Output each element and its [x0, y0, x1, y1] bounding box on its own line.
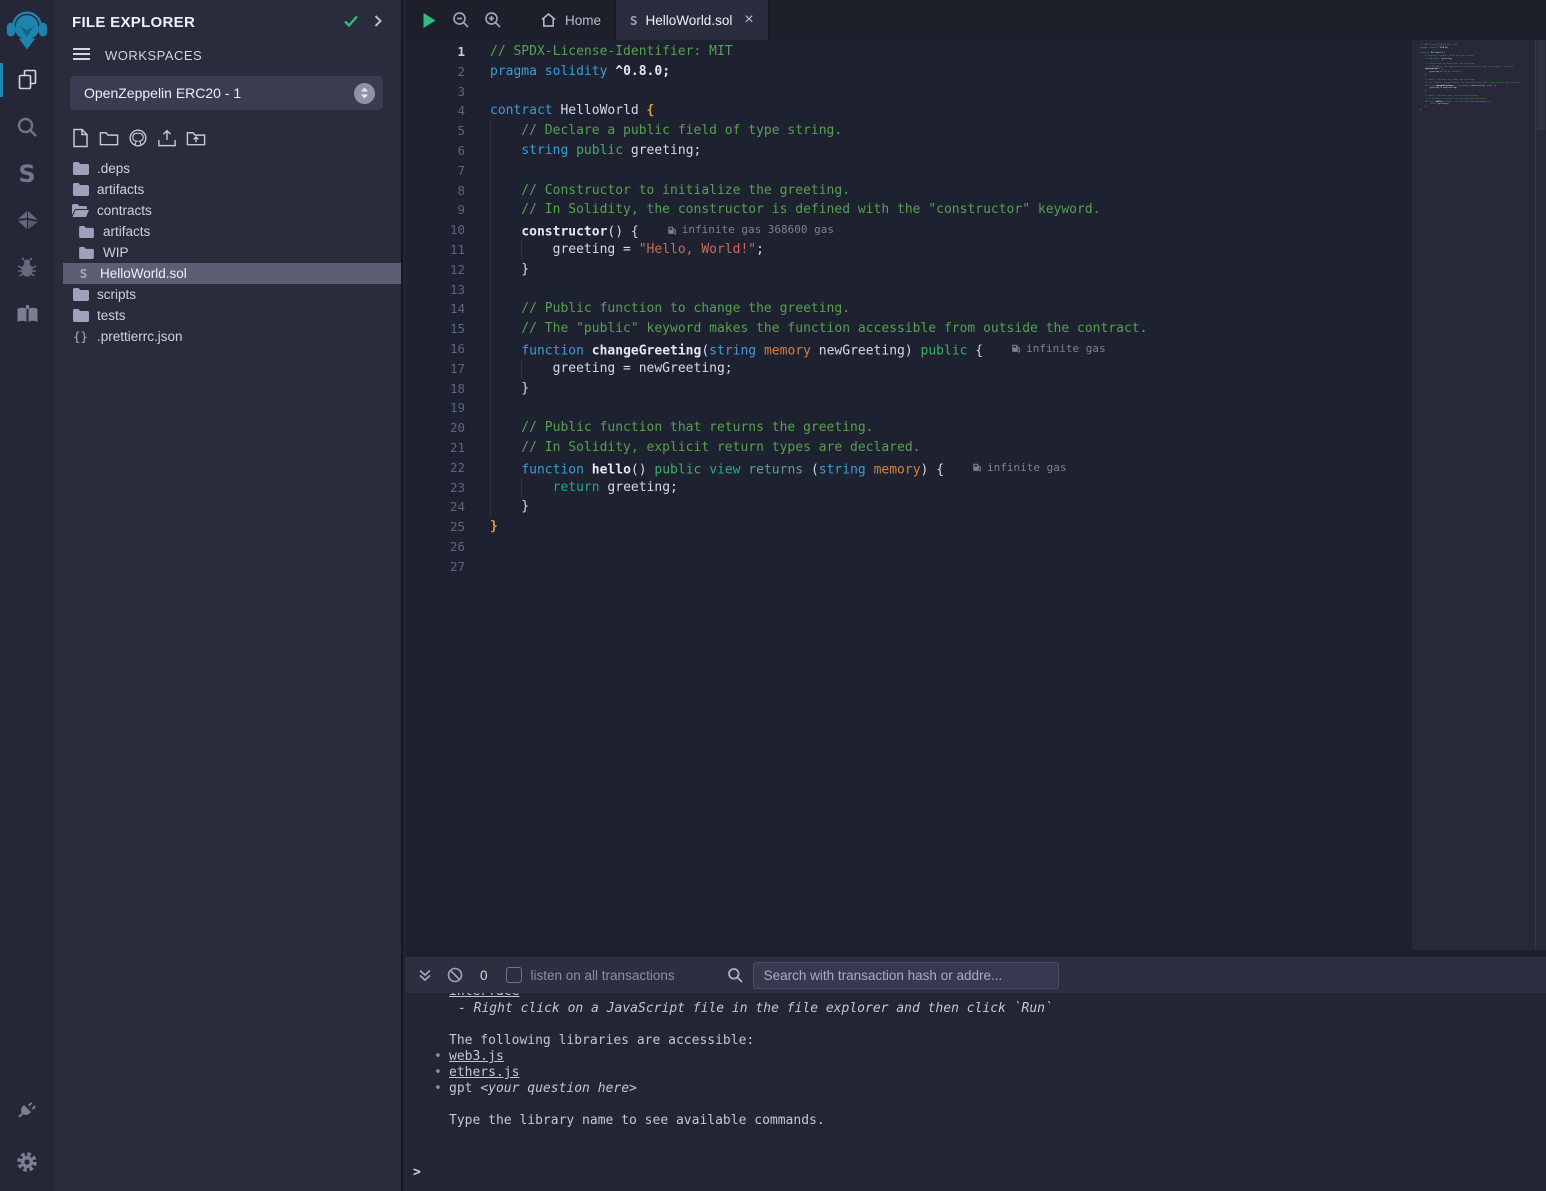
gas-icon: [972, 462, 982, 473]
code-editor[interactable]: 1// SPDX-License-Identifier: MIT2pragma …: [405, 40, 1412, 950]
tree-item-wip[interactable]: WIP: [63, 242, 401, 263]
minimap-code: // SPDX-License-Identifier: MITpragma so…: [1412, 40, 1546, 117]
workspace-check-icon[interactable]: [343, 14, 359, 31]
clear-console-icon[interactable]: [447, 967, 463, 983]
learneth-icon[interactable]: [0, 291, 54, 338]
workspace-select[interactable]: OpenZeppelin ERC20 - 1: [70, 76, 383, 110]
gas-icon: [667, 225, 677, 236]
new-folder-icon[interactable]: [99, 128, 119, 148]
home-icon: [540, 12, 557, 28]
solidity-compiler-icon[interactable]: S: [0, 150, 54, 197]
editor-area: Home S HelloWorld.sol × 1// SPDX-License…: [405, 0, 1546, 950]
remix-logo-icon[interactable]: [4, 6, 50, 56]
terminal-type-hint: Type the library name to see available c…: [449, 1113, 1546, 1129]
gpt-command: gpt <your question here>: [449, 1081, 637, 1097]
folder-open-icon: [72, 204, 89, 217]
tree-item-tests[interactable]: tests: [63, 305, 401, 326]
terminal-output[interactable]: interface - Right click on a JavaScript …: [405, 993, 1546, 1191]
tab-helloworld-sol[interactable]: S HelloWorld.sol ×: [616, 0, 769, 40]
terminal-toolbar: 0 listen on all transactions: [405, 957, 1546, 993]
folder-icon: [78, 226, 95, 238]
plugin-manager-icon[interactable]: [0, 1085, 54, 1132]
terminal-run-hint: - Right click on a JavaScript file in th…: [458, 1001, 1546, 1017]
zoom-in-icon[interactable]: [477, 0, 509, 40]
close-tab-icon[interactable]: ×: [744, 12, 753, 28]
tree-item-contracts-artifacts[interactable]: artifacts: [63, 221, 401, 242]
workspace-toggle-icon[interactable]: [354, 83, 375, 104]
scrollbar-thumb[interactable]: [1537, 40, 1545, 130]
panel-title: FILE EXPLORER: [72, 14, 329, 31]
web3js-link[interactable]: web3.js: [449, 1049, 504, 1065]
tree-item-contracts[interactable]: contracts: [63, 200, 401, 221]
folder-icon: [78, 247, 95, 259]
tree-item-artifacts[interactable]: artifacts: [63, 179, 401, 200]
file-explorer-panel: FILE EXPLORER WORKSPACES OpenZeppelin ER…: [54, 0, 403, 1191]
tree-item-helloworld-sol[interactable]: S HelloWorld.sol: [63, 263, 401, 284]
tab-home[interactable]: Home: [525, 0, 616, 40]
code-lines: 1// SPDX-License-Identifier: MIT2pragma …: [405, 40, 1412, 577]
listen-transactions-checkbox[interactable]: [506, 967, 522, 983]
tree-item-prettierrc[interactable]: {} .prettierrc.json: [63, 326, 401, 347]
terminal-prompt[interactable]: >: [413, 1165, 421, 1181]
folder-icon: [72, 288, 89, 301]
terminal-resize-handle[interactable]: [405, 950, 1546, 957]
folder-icon: [72, 309, 89, 322]
terminal-cutoff-line: interface: [449, 993, 1546, 1000]
json-file-icon: {}: [72, 329, 89, 344]
run-script-play-icon[interactable]: [413, 0, 445, 40]
transaction-count-badge: 0: [480, 968, 488, 983]
workspaces-label: WORKSPACES: [105, 48, 202, 63]
activity-bar: S: [0, 0, 54, 1191]
editor-scrollbar[interactable]: [1535, 40, 1546, 950]
solidity-file-icon: S: [75, 266, 92, 281]
folder-icon: [72, 162, 89, 175]
debugger-icon[interactable]: [0, 244, 54, 291]
tree-item-deps[interactable]: .deps: [63, 158, 401, 179]
folder-icon: [72, 183, 89, 196]
terminal-search-input[interactable]: [753, 962, 1059, 989]
active-plugin-indicator: [0, 63, 3, 97]
file-explorer-icon[interactable]: [0, 56, 54, 103]
zoom-out-icon[interactable]: [445, 0, 477, 40]
tree-item-scripts[interactable]: scripts: [63, 284, 401, 305]
remix-ide-window: S: [0, 0, 1546, 1191]
gas-icon: [1011, 343, 1021, 354]
new-file-icon[interactable]: [70, 128, 90, 148]
solidity-file-icon: S: [630, 13, 638, 28]
workspaces-menu-icon[interactable]: [72, 47, 91, 64]
editor-tabbar: Home S HelloWorld.sol ×: [405, 0, 1546, 40]
upload-file-icon[interactable]: [157, 128, 177, 148]
github-clone-icon[interactable]: [128, 128, 148, 148]
minimap[interactable]: // SPDX-License-Identifier: MITpragma so…: [1412, 40, 1546, 950]
ethersjs-link[interactable]: ethers.js: [449, 1065, 519, 1081]
settings-gear-icon[interactable]: [0, 1138, 54, 1185]
collapse-terminal-icon[interactable]: [418, 968, 432, 982]
workspace-selected-name: OpenZeppelin ERC20 - 1: [84, 85, 354, 101]
terminal-panel: 0 listen on all transactions interface -…: [405, 950, 1546, 1191]
load-folder-icon[interactable]: [186, 128, 206, 148]
search-icon[interactable]: [0, 103, 54, 150]
terminal-search-icon: [727, 967, 743, 983]
listen-transactions-label: listen on all transactions: [531, 968, 675, 983]
terminal-libs-heading: The following libraries are accessible:: [449, 1033, 1546, 1049]
file-tree: .deps artifacts contracts artifacts WIP …: [54, 158, 401, 347]
panel-collapse-chevron-icon[interactable]: [373, 14, 383, 31]
deploy-run-icon[interactable]: [0, 197, 54, 244]
